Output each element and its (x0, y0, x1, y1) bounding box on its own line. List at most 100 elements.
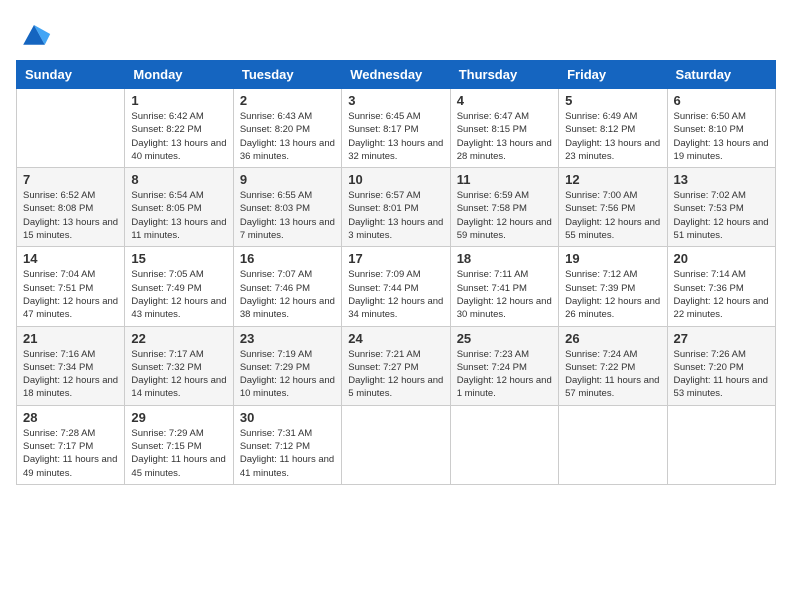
day-number: 9 (240, 172, 335, 187)
day-number: 12 (565, 172, 660, 187)
week-row-1: 1 Sunrise: 6:42 AM Sunset: 8:22 PM Daylig… (17, 89, 776, 168)
calendar-cell: 15 Sunrise: 7:05 AM Sunset: 7:49 PM Dayli… (125, 247, 233, 326)
day-number: 16 (240, 251, 335, 266)
day-number: 28 (23, 410, 118, 425)
day-info: Sunrise: 6:54 AM Sunset: 8:05 PM Dayligh… (131, 189, 226, 242)
week-row-3: 14 Sunrise: 7:04 AM Sunset: 7:51 PM Dayli… (17, 247, 776, 326)
day-info: Sunrise: 7:26 AM Sunset: 7:20 PM Dayligh… (674, 348, 769, 401)
day-number: 8 (131, 172, 226, 187)
calendar-cell: 29 Sunrise: 7:29 AM Sunset: 7:15 PM Dayli… (125, 405, 233, 484)
day-info: Sunrise: 7:19 AM Sunset: 7:29 PM Dayligh… (240, 348, 335, 401)
calendar-cell (342, 405, 450, 484)
day-info: Sunrise: 6:47 AM Sunset: 8:15 PM Dayligh… (457, 110, 552, 163)
day-info: Sunrise: 6:59 AM Sunset: 7:58 PM Dayligh… (457, 189, 552, 242)
day-info: Sunrise: 7:28 AM Sunset: 7:17 PM Dayligh… (23, 427, 118, 480)
day-info: Sunrise: 7:23 AM Sunset: 7:24 PM Dayligh… (457, 348, 552, 401)
day-info: Sunrise: 7:05 AM Sunset: 7:49 PM Dayligh… (131, 268, 226, 321)
col-header-wednesday: Wednesday (342, 61, 450, 89)
calendar-cell: 11Sunrise: 6:59 AM Sunset: 7:58 PM Dayli… (450, 168, 558, 247)
col-header-thursday: Thursday (450, 61, 558, 89)
calendar-table: SundayMondayTuesdayWednesdayThursdayFrid… (16, 60, 776, 485)
day-number: 5 (565, 93, 660, 108)
day-info: Sunrise: 7:17 AM Sunset: 7:32 PM Dayligh… (131, 348, 226, 401)
day-number: 6 (674, 93, 769, 108)
col-header-monday: Monday (125, 61, 233, 89)
calendar-cell: 19Sunrise: 7:12 AM Sunset: 7:39 PM Dayli… (559, 247, 667, 326)
calendar-cell (450, 405, 558, 484)
calendar-cell: 30Sunrise: 7:31 AM Sunset: 7:12 PM Dayli… (233, 405, 341, 484)
day-info: Sunrise: 7:29 AM Sunset: 7:15 PM Dayligh… (131, 427, 226, 480)
day-number: 26 (565, 331, 660, 346)
day-number: 29 (131, 410, 226, 425)
day-info: Sunrise: 6:49 AM Sunset: 8:12 PM Dayligh… (565, 110, 660, 163)
calendar-cell: 1 Sunrise: 6:42 AM Sunset: 8:22 PM Daylig… (125, 89, 233, 168)
calendar-cell: 14 Sunrise: 7:04 AM Sunset: 7:51 PM Dayli… (17, 247, 125, 326)
calendar-cell: 4 Sunrise: 6:47 AM Sunset: 8:15 PM Daylig… (450, 89, 558, 168)
calendar-cell: 10 Sunrise: 6:57 AM Sunset: 8:01 PM Dayli… (342, 168, 450, 247)
calendar-cell: 26 Sunrise: 7:24 AM Sunset: 7:22 PM Dayli… (559, 326, 667, 405)
page-header (16, 16, 776, 52)
day-info: Sunrise: 6:55 AM Sunset: 8:03 PM Dayligh… (240, 189, 335, 242)
day-info: Sunrise: 6:52 AM Sunset: 8:08 PM Dayligh… (23, 189, 118, 242)
day-number: 4 (457, 93, 552, 108)
week-row-2: 7 Sunrise: 6:52 AM Sunset: 8:08 PM Daylig… (17, 168, 776, 247)
logo (16, 16, 56, 52)
day-info: Sunrise: 7:04 AM Sunset: 7:51 PM Dayligh… (23, 268, 118, 321)
calendar-cell (667, 405, 775, 484)
col-header-sunday: Sunday (17, 61, 125, 89)
calendar-cell: 22 Sunrise: 7:17 AM Sunset: 7:32 PM Dayli… (125, 326, 233, 405)
col-header-saturday: Saturday (667, 61, 775, 89)
day-number: 2 (240, 93, 335, 108)
calendar-cell: 3Sunrise: 6:45 AM Sunset: 8:17 PM Daylig… (342, 89, 450, 168)
calendar-cell: 24 Sunrise: 7:21 AM Sunset: 7:27 PM Dayli… (342, 326, 450, 405)
calendar-cell: 2 Sunrise: 6:43 AM Sunset: 8:20 PM Daylig… (233, 89, 341, 168)
day-number: 17 (348, 251, 443, 266)
day-number: 15 (131, 251, 226, 266)
day-number: 22 (131, 331, 226, 346)
day-info: Sunrise: 6:43 AM Sunset: 8:20 PM Dayligh… (240, 110, 335, 163)
week-row-5: 28 Sunrise: 7:28 AM Sunset: 7:17 PM Dayli… (17, 405, 776, 484)
day-number: 7 (23, 172, 118, 187)
day-info: Sunrise: 7:02 AM Sunset: 7:53 PM Dayligh… (674, 189, 769, 242)
calendar-cell: 13 Sunrise: 7:02 AM Sunset: 7:53 PM Dayli… (667, 168, 775, 247)
calendar-cell: 7 Sunrise: 6:52 AM Sunset: 8:08 PM Daylig… (17, 168, 125, 247)
calendar-header-row: SundayMondayTuesdayWednesdayThursdayFrid… (17, 61, 776, 89)
calendar-cell: 6 Sunrise: 6:50 AM Sunset: 8:10 PM Daylig… (667, 89, 775, 168)
day-info: Sunrise: 7:16 AM Sunset: 7:34 PM Dayligh… (23, 348, 118, 401)
calendar-cell: 25 Sunrise: 7:23 AM Sunset: 7:24 PM Dayli… (450, 326, 558, 405)
calendar-cell: 23 Sunrise: 7:19 AM Sunset: 7:29 PM Dayli… (233, 326, 341, 405)
day-info: Sunrise: 7:21 AM Sunset: 7:27 PM Dayligh… (348, 348, 443, 401)
day-number: 1 (131, 93, 226, 108)
calendar-cell: 28 Sunrise: 7:28 AM Sunset: 7:17 PM Dayli… (17, 405, 125, 484)
calendar-cell: 9 Sunrise: 6:55 AM Sunset: 8:03 PM Daylig… (233, 168, 341, 247)
day-number: 14 (23, 251, 118, 266)
day-info: Sunrise: 7:24 AM Sunset: 7:22 PM Dayligh… (565, 348, 660, 401)
day-info: Sunrise: 7:00 AM Sunset: 7:56 PM Dayligh… (565, 189, 660, 242)
calendar-cell (559, 405, 667, 484)
day-info: Sunrise: 6:50 AM Sunset: 8:10 PM Dayligh… (674, 110, 769, 163)
day-number: 20 (674, 251, 769, 266)
day-number: 19 (565, 251, 660, 266)
logo-icon (16, 16, 52, 52)
day-info: Sunrise: 6:42 AM Sunset: 8:22 PM Dayligh… (131, 110, 226, 163)
day-number: 13 (674, 172, 769, 187)
calendar-cell: 18Sunrise: 7:11 AM Sunset: 7:41 PM Dayli… (450, 247, 558, 326)
col-header-friday: Friday (559, 61, 667, 89)
day-number: 23 (240, 331, 335, 346)
day-number: 18 (457, 251, 552, 266)
day-number: 24 (348, 331, 443, 346)
calendar-cell: 8 Sunrise: 6:54 AM Sunset: 8:05 PM Daylig… (125, 168, 233, 247)
week-row-4: 21 Sunrise: 7:16 AM Sunset: 7:34 PM Dayli… (17, 326, 776, 405)
day-number: 3 (348, 93, 443, 108)
calendar-cell: 20Sunrise: 7:14 AM Sunset: 7:36 PM Dayli… (667, 247, 775, 326)
day-info: Sunrise: 6:57 AM Sunset: 8:01 PM Dayligh… (348, 189, 443, 242)
calendar-cell (17, 89, 125, 168)
calendar-cell: 17Sunrise: 7:09 AM Sunset: 7:44 PM Dayli… (342, 247, 450, 326)
day-number: 21 (23, 331, 118, 346)
day-number: 25 (457, 331, 552, 346)
day-number: 10 (348, 172, 443, 187)
col-header-tuesday: Tuesday (233, 61, 341, 89)
day-number: 30 (240, 410, 335, 425)
calendar-cell: 12 Sunrise: 7:00 AM Sunset: 7:56 PM Dayli… (559, 168, 667, 247)
day-number: 27 (674, 331, 769, 346)
